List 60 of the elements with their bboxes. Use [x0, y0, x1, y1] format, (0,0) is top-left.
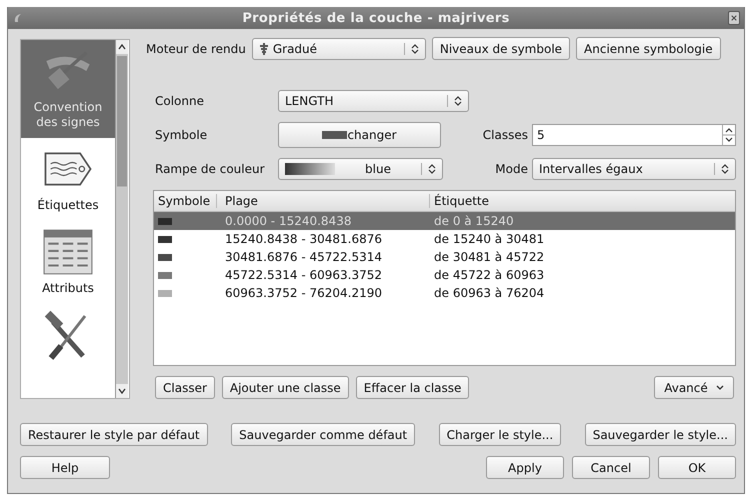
change-symbol-button[interactable]: changer — [278, 122, 441, 148]
spin-arrows-icon — [722, 125, 735, 146]
mode-label: Mode — [494, 162, 529, 176]
table-cell-text: 30481.6876 - 45722.5314 — [224, 250, 384, 264]
toolbar-button[interactable]: Niveaux de symbole — [432, 37, 570, 60]
table-cell-text: de 30481 à 45722 — [433, 250, 546, 264]
table-cell-text: 45722.5314 - 60963.3752 — [224, 268, 384, 282]
table-action-button[interactable]: Ajouter une classe — [222, 376, 349, 399]
column-label: Colonne — [155, 94, 205, 108]
table-cell-text: de 15240 à 30481 — [433, 232, 546, 246]
sidebar-item[interactable]: Attributs — [21, 221, 115, 304]
toolbar-button[interactable]: Ancienne symbologie — [576, 37, 721, 60]
chevron-down-icon — [716, 384, 724, 390]
color-ramp-label: Rampe de couleur — [155, 162, 266, 176]
dialog-button[interactable]: Apply — [486, 456, 564, 479]
scroll-down-icon — [116, 384, 128, 398]
table-cell-text: 0.0000 - 15240.8438 — [224, 214, 352, 228]
column-header[interactable]: Symbole — [154, 194, 217, 208]
table-icon — [42, 227, 94, 277]
scroll-up-icon — [116, 40, 128, 54]
style-button[interactable]: Sauvegarder le style... — [584, 423, 736, 446]
sidebar-item-label: Étiquettes — [37, 198, 99, 213]
renderer-label: Moteur de rendu — [146, 42, 246, 56]
style-button[interactable]: Restaurer le style par défaut — [20, 423, 208, 446]
column-dropdown[interactable]: LENGTH — [278, 90, 469, 112]
mode-dropdown[interactable]: Intervalles égaux — [532, 158, 736, 180]
table-action-button[interactable]: Classer — [155, 376, 215, 399]
dialog-button[interactable]: OK — [658, 456, 736, 479]
classes-label: Classes — [482, 128, 529, 142]
graduated-icon — [258, 42, 269, 55]
symbol-label: Symbole — [155, 128, 208, 142]
close-icon — [731, 15, 737, 21]
color-ramp-dropdown[interactable]: blue — [278, 158, 443, 180]
renderer-dropdown[interactable]: Gradué — [252, 38, 426, 60]
table-row[interactable]: 0.0000 - 15240.8438 de 0 à 15240 — [154, 212, 735, 230]
table-cell-text: de 0 à 15240 — [433, 214, 515, 228]
style-button[interactable]: Sauvegarder comme défaut — [231, 423, 416, 446]
sidebar-item[interactable]: Étiquettes — [21, 138, 115, 221]
close-button[interactable] — [728, 11, 740, 25]
table-row[interactable]: 60963.3752 - 76204.2190 de 60963 à 76204 — [154, 284, 735, 302]
advanced-menu-button[interactable]: Avancé — [654, 376, 734, 399]
column-header[interactable]: Étiquette — [430, 194, 735, 208]
window-title: Propriétés de la couche - majrivers — [241, 10, 511, 26]
table-action-button[interactable]: Effacer la classe — [356, 376, 470, 399]
table-cell-text: 15240.8438 - 30481.6876 — [224, 232, 384, 246]
table-cell-text: 60963.3752 - 76204.2190 — [224, 286, 384, 300]
column-header[interactable]: Plage — [217, 194, 430, 208]
sidebar-item-label: Attributs — [42, 281, 94, 296]
table-cell-text: de 45722 à 60963 — [433, 268, 546, 282]
help-button[interactable]: Help — [20, 456, 110, 479]
table-cell-text: de 60963 à 76204 — [433, 286, 546, 300]
dialog-button[interactable]: Cancel — [572, 456, 650, 479]
classes-spinbox[interactable]: 5 — [532, 124, 736, 146]
scrollbar[interactable] — [115, 40, 128, 398]
table-row[interactable]: 15240.8438 - 30481.6876 de 15240 à 30481 — [154, 230, 735, 248]
table-row[interactable]: 30481.6876 - 45722.5314 de 30481 à 45722 — [154, 248, 735, 266]
sidebar-item[interactable]: Convention des signes — [21, 40, 115, 138]
style-button[interactable]: Charger le style... — [438, 423, 562, 446]
sidebar-item-label: Convention des signes — [32, 100, 104, 130]
table-row[interactable]: 45722.5314 - 60963.3752 de 45722 à 60963 — [154, 266, 735, 284]
